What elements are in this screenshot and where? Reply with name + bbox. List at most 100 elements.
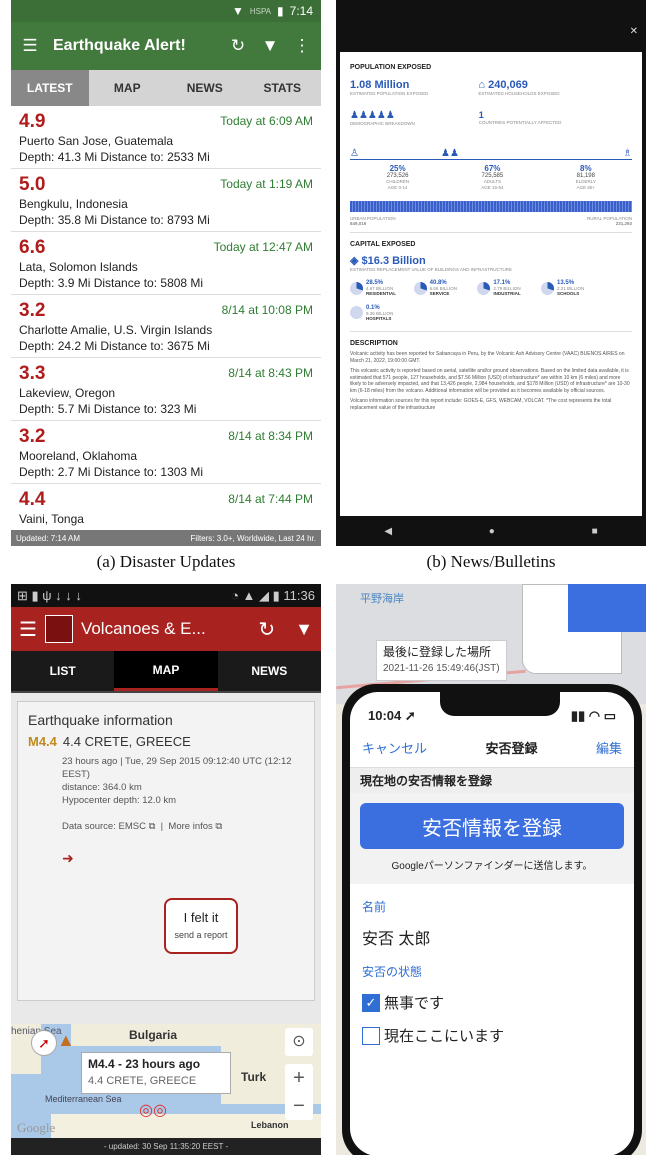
list-item[interactable]: 4.9 Today at 6:09 AM Puerto San Jose, Guat… xyxy=(11,106,321,169)
timestamp: Today at 1:19 AM xyxy=(220,177,313,191)
safe-option[interactable]: ✓ 無事です xyxy=(362,992,622,1013)
quake-marker-icon[interactable]: ◎◎ xyxy=(139,1100,167,1120)
zoom-in-button[interactable]: + xyxy=(285,1064,313,1092)
nav-bar: キャンセル 安否登録 編集 xyxy=(350,728,634,768)
description-heading: DESCRIPTION xyxy=(350,340,398,347)
label-title: 最後に登録した場所 xyxy=(383,645,492,659)
notification-icons: ⊞ ▮ ψ ↓ ↓ ↓ xyxy=(17,587,82,603)
cancel-button[interactable]: キャンセル xyxy=(362,738,427,757)
home-icon[interactable]: ● xyxy=(489,526,495,537)
timestamp: 8/14 at 8:34 PM xyxy=(228,429,313,443)
earthquake-alert-screen: ▼ HSPA ▮ 7:14 ☰ Earthquake Alert! ↻ ▼ ⋮ … xyxy=(11,0,321,546)
place: Lakeview, Oregon xyxy=(19,386,116,400)
filter-icon[interactable]: ▼ xyxy=(261,36,279,56)
tab-map[interactable]: MAP xyxy=(114,651,218,691)
edit-button[interactable]: 編集 xyxy=(596,738,622,757)
sector-label: INDUSTRIAL xyxy=(493,291,521,296)
map-label-mediterranean: Mediterranean Sea xyxy=(45,1094,122,1104)
age-pct: 67% xyxy=(484,164,501,173)
list-item[interactable]: 3.2 8/14 at 8:34 PM Mooreland, Oklahoma Dep… xyxy=(11,421,321,484)
pie-icon xyxy=(477,281,491,295)
adult-icon: ♟♟ xyxy=(441,148,459,159)
i-felt-it-button[interactable]: I felt it send a report xyxy=(164,898,238,954)
recents-icon[interactable]: ■ xyxy=(592,526,598,537)
list-item[interactable]: 5.0 Today at 1:19 AM Bengkulu, Indonesia De… xyxy=(11,169,321,232)
earthquake-info-card: Earthquake information M4.4 4.4 CRETE, GR… xyxy=(17,701,315,1001)
list-item[interactable]: 3.2 8/14 at 10:08 PM Charlotte Amalie, U.S… xyxy=(11,295,321,358)
more-info-link[interactable]: More infos xyxy=(168,821,212,832)
checkbox-checked-icon[interactable]: ✓ xyxy=(362,993,380,1012)
list-item[interactable]: 6.6 Today at 12:47 AM Lata, Solomon Island… xyxy=(11,232,321,295)
age-range: AGE 15-64 xyxy=(481,185,504,190)
list-item[interactable]: 3.3 8/14 at 8:43 PM Lakeview, Oregon Depth:… xyxy=(11,358,321,421)
tab-stats[interactable]: STATS xyxy=(244,70,322,106)
updated-footer: - updated: 30 Sep 11:35:20 EEST - xyxy=(11,1138,321,1155)
card-title: Earthquake information xyxy=(28,712,173,728)
my-location-icon[interactable]: ⊙ xyxy=(285,1028,313,1056)
age-label: ELDERLY xyxy=(575,179,596,184)
filter-icon[interactable]: ▼ xyxy=(295,619,313,640)
external-link-icon[interactable]: ⧉ xyxy=(215,821,222,832)
quake-list: 4.9 Today at 6:09 AM Puerto San Jose, Guat… xyxy=(11,106,321,546)
tab-list[interactable]: LIST xyxy=(11,651,114,691)
register-safety-button[interactable]: 安否情報を登録 xyxy=(360,803,624,849)
close-icon[interactable]: ✕ xyxy=(630,26,638,37)
sector-list: 28.5% 4.67 BILLION RESIDENTIAL 40.8% 6.66 B… xyxy=(350,272,632,321)
here-option[interactable]: 現在ここにいます xyxy=(362,1025,622,1046)
bulletin-toolbar: ✕ xyxy=(336,0,646,40)
popup-place: 4.4 CRETE, GREECE xyxy=(88,1075,197,1087)
overflow-menu-icon[interactable]: ⋮ xyxy=(293,36,311,56)
sector-label: SCHOOLS xyxy=(557,291,580,296)
map-view[interactable]: henian Sea Bulgaria Turk Mediterranean S… xyxy=(11,1024,321,1138)
tab-news[interactable]: NEWS xyxy=(218,651,321,691)
menu-icon[interactable]: ☰ xyxy=(19,617,37,642)
volcano-marker-icon[interactable]: ▲ xyxy=(57,1030,75,1051)
data-source-link[interactable]: Data source: EMSC xyxy=(62,821,146,832)
refresh-icon[interactable]: ↻ xyxy=(258,617,275,642)
urban-rural-bar xyxy=(350,201,632,212)
zoom-out-button[interactable]: − xyxy=(285,1092,313,1120)
location: 4.4 CRETE, GREECE xyxy=(62,734,191,749)
phone-frame: 10:04 ➚ ▮▮ ◠ ▭ キャンセル 安否登録 編集 現在地の安否情報を登録 … xyxy=(342,684,642,1155)
app-bar: ☰ Volcanoes & E... ↻ ▼ xyxy=(11,607,321,651)
name-field[interactable]: 安否 太郎 xyxy=(362,925,622,949)
status-bar: ▼ HSPA ▮ 7:14 xyxy=(11,0,321,22)
sector-item: 13.5% 2.21 BILLION SCHOOLS xyxy=(541,280,603,296)
timestamp: Today at 12:47 AM xyxy=(213,240,313,254)
clock: 10:04 xyxy=(368,708,402,723)
map-label-turkey: Turk xyxy=(241,1070,267,1084)
place: Lata, Solomon Islands xyxy=(19,260,138,274)
depth-distance: Depth: 35.8 Mi Distance to: 8793 Mi xyxy=(19,213,210,227)
felt-sub: send a report xyxy=(174,930,228,940)
place: Puerto San Jose, Guatemala xyxy=(19,134,174,148)
map-popup[interactable]: M4.4 - 23 hours ago 4.4 CRETE, GREECE xyxy=(81,1052,231,1094)
child-icon: ♙ xyxy=(350,148,359,159)
sector-pct: 0.1% xyxy=(366,304,380,311)
checkbox-empty-icon[interactable] xyxy=(362,1026,380,1045)
refresh-icon[interactable]: ↻ xyxy=(229,36,247,56)
bulletin-page: POPULATION EXPOSED 1.08 Million ESTIMATED… xyxy=(340,52,642,516)
sector-item: 0.1% 9.36 BILLION HOSPITALS xyxy=(350,305,412,321)
app-bar: ☰ Earthquake Alert! ↻ ▼ ⋮ xyxy=(11,22,321,70)
elder-icon: ♗ xyxy=(623,148,632,159)
sector-label: HOSPITALS xyxy=(366,315,392,321)
tab-latest[interactable]: LATEST xyxy=(11,70,89,106)
sector-item: 40.8% 6.66 BILLION SERVICE xyxy=(413,280,476,296)
app-title: Volcanoes & E... xyxy=(80,619,206,638)
compass-icon[interactable]: ➚ xyxy=(31,1030,57,1056)
pie-icon xyxy=(350,306,363,319)
tab-map[interactable]: MAP xyxy=(89,70,167,106)
tab-news[interactable]: NEWS xyxy=(166,70,244,106)
menu-icon[interactable]: ☰ xyxy=(21,36,39,56)
population-sub: ESTIMATED POPULATION EXPOSED xyxy=(350,91,429,96)
description-p2: This volcanic activity is reported based… xyxy=(350,368,630,394)
caption-a: (a) Disaster Updates xyxy=(96,552,236,571)
external-link-icon[interactable]: ⧉ xyxy=(149,821,156,832)
age-pct: 25% xyxy=(389,164,406,173)
safe-option-label: 無事です xyxy=(384,995,445,1012)
back-icon[interactable]: ◀ xyxy=(384,526,392,537)
age-label: CHILDREN xyxy=(386,179,410,184)
sector-item: 17.1% 2.79 BILLION INDUSTRIAL xyxy=(477,280,539,296)
phone-screen: 10:04 ➚ ▮▮ ◠ ▭ キャンセル 安否登録 編集 現在地の安否情報を登録 … xyxy=(350,692,634,1155)
age-range: AGE 0-14 xyxy=(387,185,408,190)
